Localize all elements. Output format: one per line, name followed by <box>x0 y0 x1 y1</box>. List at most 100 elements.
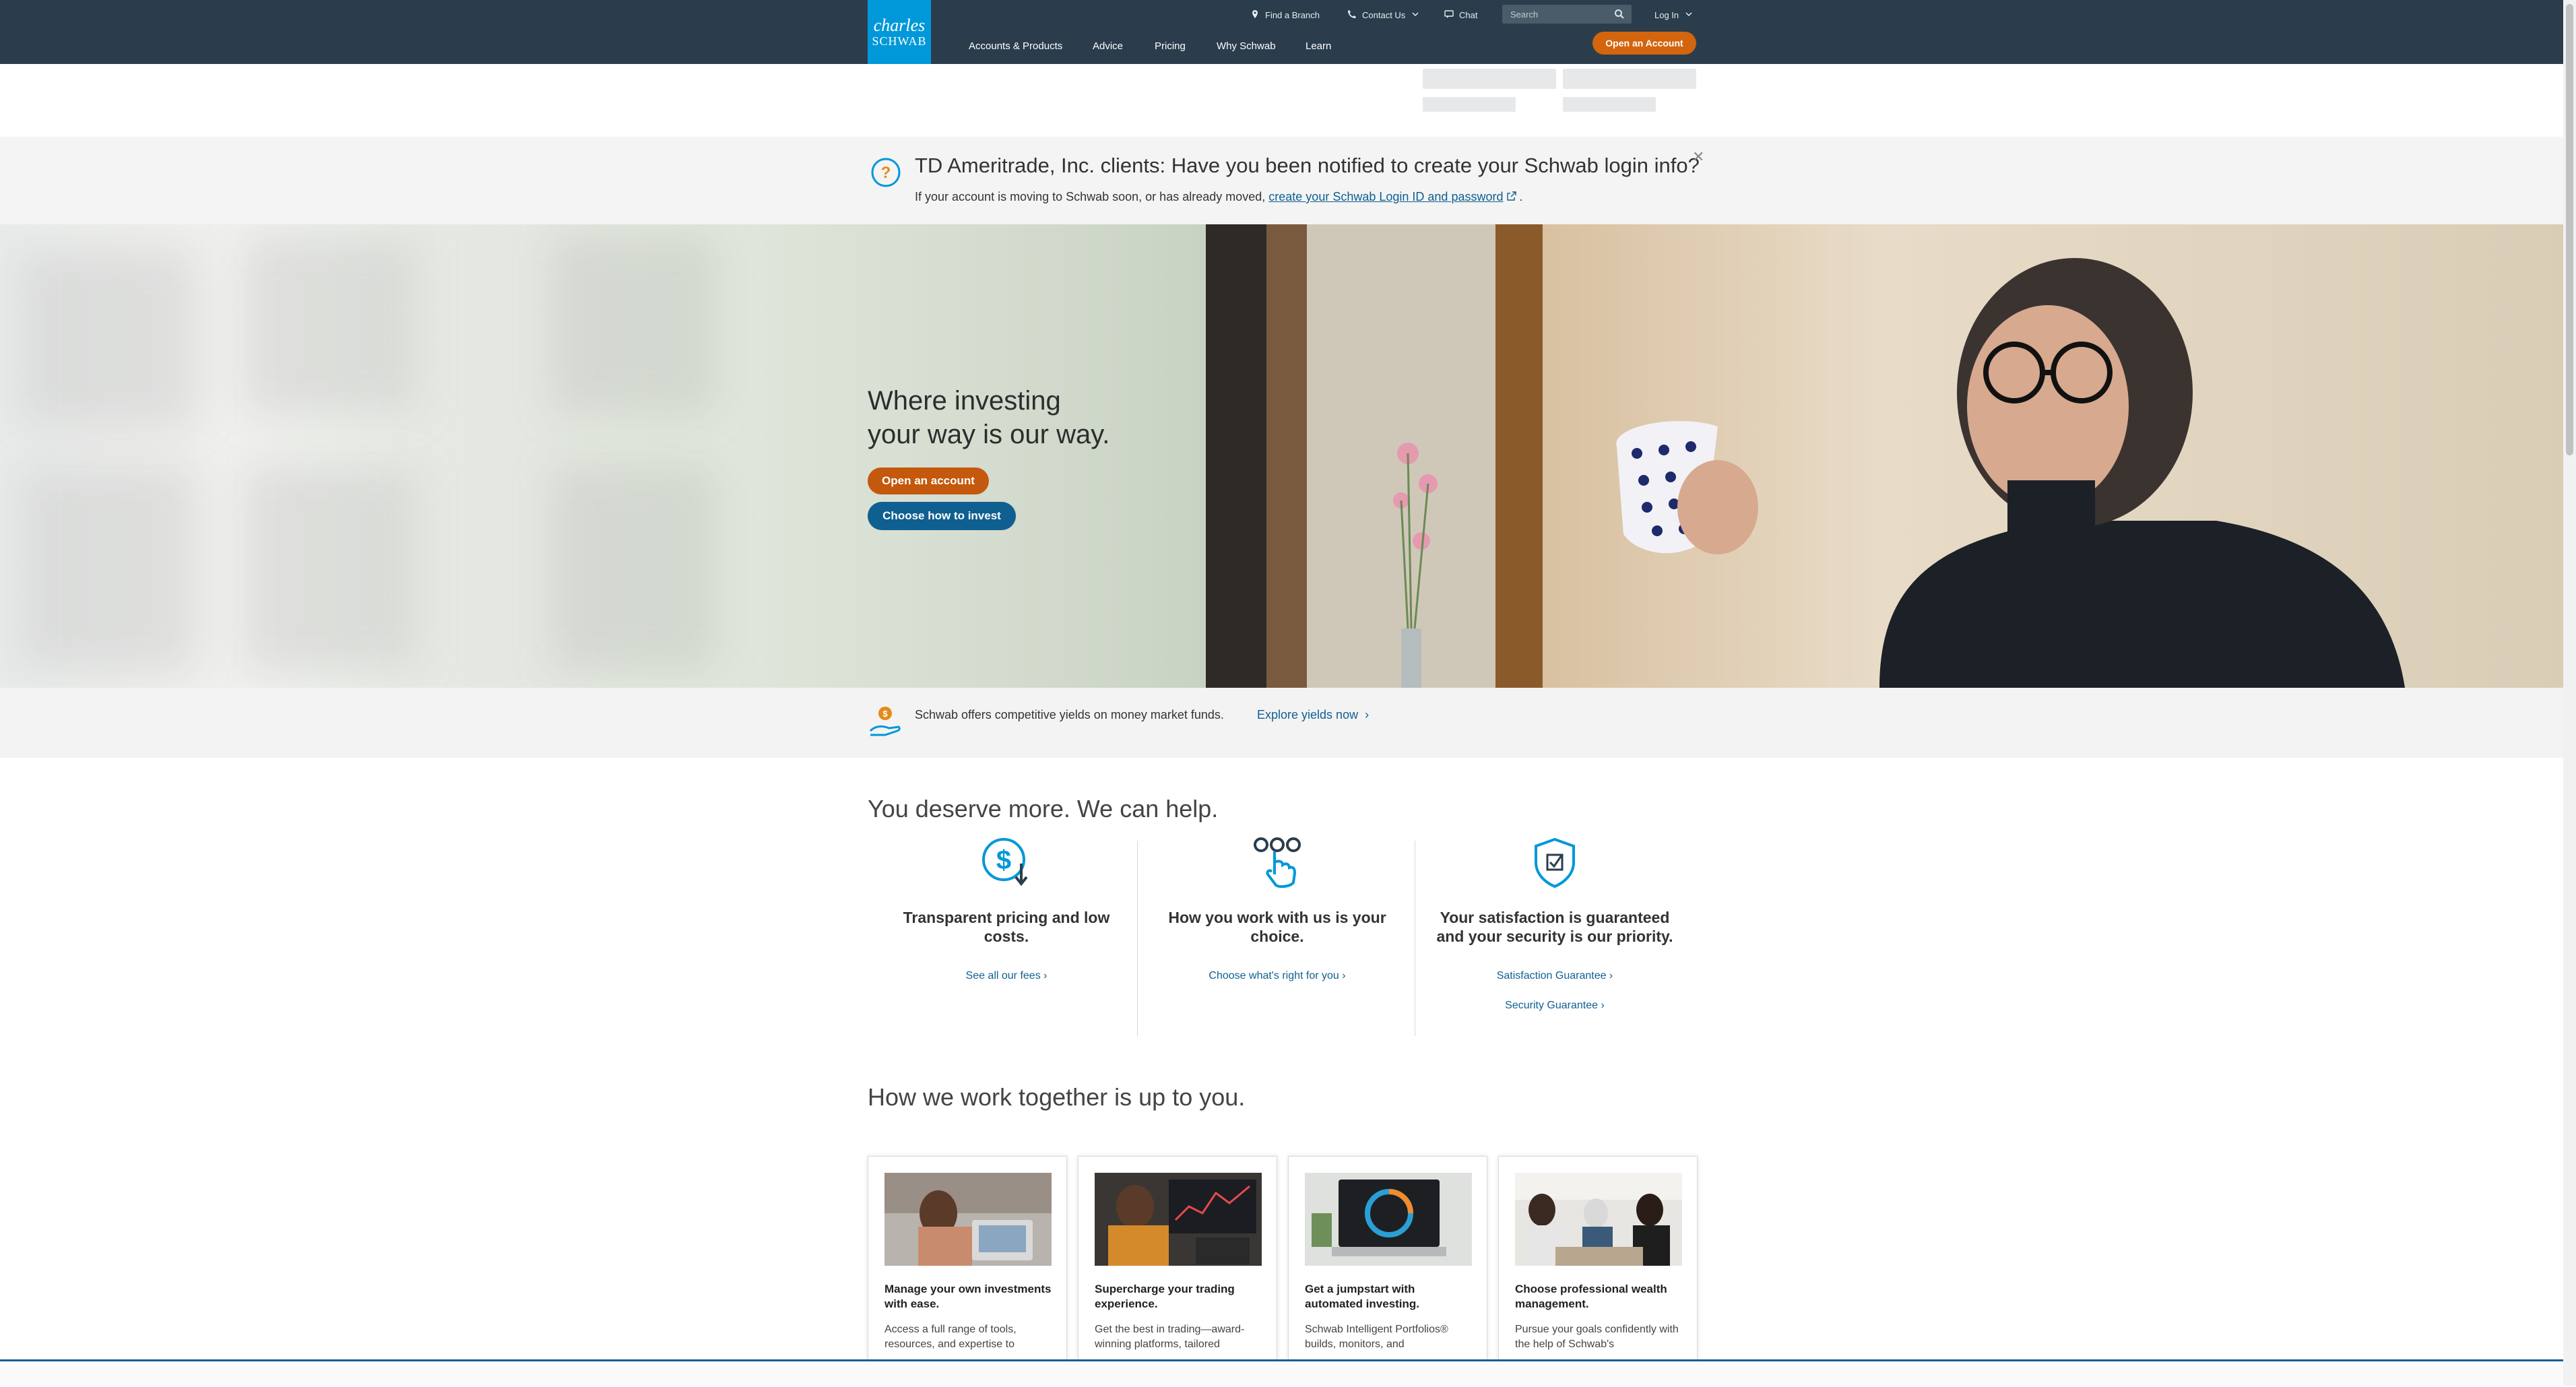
card-wealth[interactable]: Choose professional wealth management. P… <box>1498 1156 1698 1386</box>
explore-yields-link[interactable]: Explore yields now › <box>1257 708 1369 722</box>
hero-background <box>0 224 1213 688</box>
card-title: Get a jumpstart with automated investing… <box>1305 1283 1420 1310</box>
dollar-down-icon: $ <box>979 835 1033 893</box>
location-pin-icon <box>1250 9 1260 21</box>
alert-body-suffix: . <box>1519 190 1523 203</box>
shield-check-icon <box>1528 835 1582 893</box>
svg-text:?: ? <box>881 164 891 182</box>
divider <box>1137 841 1138 1036</box>
loading-placeholder <box>1423 97 1516 112</box>
chat-icon <box>1444 9 1454 21</box>
chevron-right-icon: › <box>1361 708 1370 721</box>
hero-photo <box>1206 224 2563 688</box>
explore-yields-label: Explore yields now <box>1257 708 1359 721</box>
chevron-right-icon: › <box>1606 970 1613 981</box>
card-body: Get the best in trading—award-winning pl… <box>1095 1324 1245 1350</box>
open-account-button[interactable]: Open an Account <box>1592 32 1696 55</box>
feature-satisfaction: Your satisfaction is guaranteed and your… <box>1416 835 1694 1037</box>
alert-body-prefix: If your account is moving to Schwab soon… <box>915 190 1269 203</box>
card-title: Supercharge your trading experience. <box>1095 1283 1235 1310</box>
close-icon[interactable]: ✕ <box>1692 148 1704 166</box>
loading-placeholder <box>1563 69 1696 89</box>
satisfaction-guarantee-link[interactable]: Satisfaction Guarantee › <box>1416 970 1694 982</box>
choose-right-link[interactable]: Choose what's right for you › <box>1138 970 1416 982</box>
card-image <box>1305 1173 1472 1266</box>
schwab-logo[interactable]: charles SCHWAB <box>868 0 931 64</box>
loading-placeholder <box>1423 69 1556 89</box>
open-account-hero-button[interactable]: Open an account <box>868 467 989 494</box>
feature-title: How you work with us is your choice. <box>1168 909 1386 945</box>
security-guarantee-link[interactable]: Security Guarantee › <box>1416 1000 1694 1012</box>
card-title: Manage your own investments with ease. <box>884 1283 1052 1310</box>
chevron-right-icon: › <box>1339 970 1346 981</box>
svg-text:$: $ <box>882 709 888 719</box>
chevron-down-icon <box>1411 9 1420 21</box>
search-input[interactable] <box>1509 8 1610 20</box>
feature-title: Your satisfaction is guaranteed and your… <box>1436 909 1673 945</box>
contact-us-menu[interactable]: Contact Us <box>1347 7 1420 23</box>
card-automated[interactable]: Get a jumpstart with automated investing… <box>1288 1156 1487 1386</box>
feature-choice: How you work with us is your choice. Cho… <box>1138 835 1416 1037</box>
find-branch-label: Find a Branch <box>1265 9 1320 20</box>
security-guarantee-label: Security Guarantee <box>1505 1000 1599 1011</box>
card-trading[interactable]: Supercharge your trading experience. Get… <box>1078 1156 1277 1386</box>
chat-link[interactable]: Chat <box>1444 7 1477 23</box>
nav-pricing[interactable]: Pricing <box>1155 40 1186 52</box>
see-fees-label: See all our fees <box>965 970 1041 981</box>
chevron-right-icon: › <box>1598 1000 1605 1011</box>
phone-icon <box>1347 9 1357 21</box>
external-link-icon <box>1506 190 1520 203</box>
card-image <box>1515 1173 1682 1266</box>
deserve-heading: You deserve more. We can help. <box>868 795 1219 822</box>
bottom-overlay-fade <box>0 1363 2563 1387</box>
create-login-link[interactable]: create your Schwab Login ID and password <box>1268 190 1503 203</box>
nav-why-schwab[interactable]: Why Schwab <box>1217 40 1276 52</box>
question-icon: ? <box>870 157 901 191</box>
see-fees-link[interactable]: See all our fees › <box>868 970 1145 982</box>
svg-text:$: $ <box>996 845 1011 875</box>
choose-how-to-invest-button[interactable]: Choose how to invest <box>868 502 1016 530</box>
search-box <box>1502 5 1632 24</box>
chevron-down-icon <box>1684 9 1694 21</box>
td-ameritrade-alert: ? TD Ameritrade, Inc. clients: Have you … <box>0 137 2563 224</box>
hero-headline: Where investing your way is our way. <box>868 384 1110 451</box>
logo-line1: charles <box>873 15 926 35</box>
card-body: Access a full range of tools, resources,… <box>884 1324 1017 1350</box>
alert-title: TD Ameritrade, Inc. clients: Have you be… <box>915 154 1700 177</box>
coin-hand-icon: $ <box>869 705 901 742</box>
hero-headline-line1: Where investing <box>868 386 1061 416</box>
logo-line2: SCHWAB <box>872 34 927 48</box>
log-in-label: Log In <box>1654 9 1679 20</box>
chevron-right-icon: › <box>1040 970 1048 981</box>
log-in-menu[interactable]: Log In <box>1654 7 1694 23</box>
contact-us-label: Contact Us <box>1362 9 1406 20</box>
card-body: Pursue your goals confidently with the h… <box>1515 1324 1679 1350</box>
yield-banner: $ Schwab offers competitive yields on mo… <box>0 688 2563 758</box>
nav-advice[interactable]: Advice <box>1093 40 1123 52</box>
nav-learn[interactable]: Learn <box>1306 40 1331 52</box>
card-body: Schwab Intelligent Portfolios® builds, m… <box>1305 1324 1448 1350</box>
search-icon[interactable] <box>1614 9 1625 23</box>
card-image <box>1095 1173 1262 1266</box>
find-branch-link[interactable]: Find a Branch <box>1250 7 1320 23</box>
page-scrollbar[interactable] <box>2563 0 2576 1386</box>
alert-body: If your account is moving to Schwab soon… <box>915 190 1523 204</box>
hero-banner: Where investing your way is our way. Ope… <box>0 224 2563 688</box>
loading-placeholder <box>1563 97 1656 112</box>
feature-pricing: $ Transparent pricing and low costs. See… <box>868 835 1145 1037</box>
choose-right-label: Choose what's right for you <box>1209 970 1339 981</box>
satisfaction-guarantee-label: Satisfaction Guarantee <box>1496 970 1607 981</box>
bottom-overlay-bar <box>0 1359 2563 1387</box>
nav-accounts-products[interactable]: Accounts & Products <box>969 40 1062 52</box>
hero-headline-line2: your way is our way. <box>868 420 1110 449</box>
card-title: Choose professional wealth management. <box>1515 1283 1667 1310</box>
chat-label: Chat <box>1459 9 1478 20</box>
card-self-directed[interactable]: Manage your own investments with ease. A… <box>868 1156 1067 1386</box>
feature-title: Transparent pricing and low costs. <box>903 909 1110 945</box>
card-image <box>884 1173 1052 1266</box>
scrollbar-thumb[interactable] <box>2566 4 2573 455</box>
site-header: charles SCHWAB Find a Branch Contact Us … <box>0 0 2563 64</box>
yield-text: Schwab offers competitive yields on mone… <box>915 708 1224 721</box>
together-heading: How we work together is up to you. <box>868 1083 1246 1111</box>
hand-choice-icon <box>1250 835 1304 893</box>
